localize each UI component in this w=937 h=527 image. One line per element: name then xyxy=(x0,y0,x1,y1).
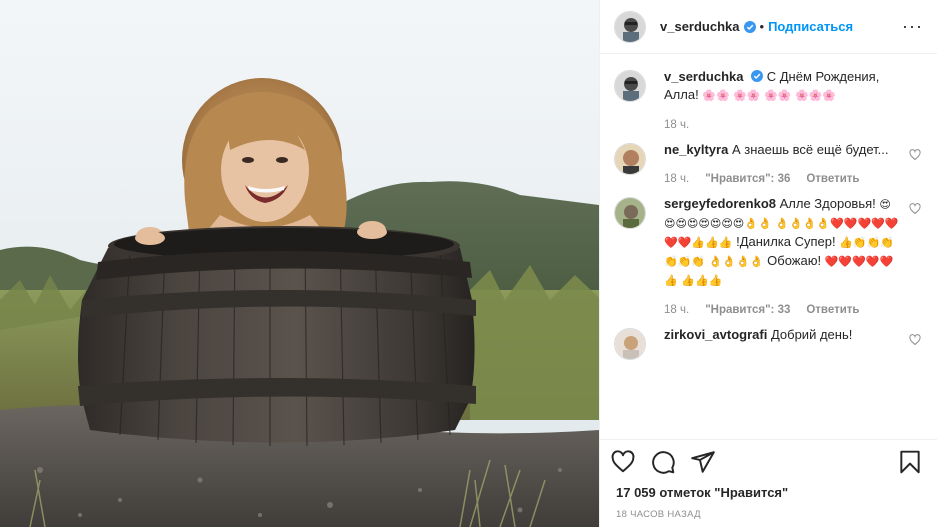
verified-badge-icon xyxy=(743,20,756,33)
caption-username[interactable]: v_serduchka xyxy=(664,69,744,84)
more-options-icon[interactable]: ··· xyxy=(902,16,923,37)
post-actions xyxy=(600,439,937,483)
caption-text: v_serduchka С Днём Рождения, Алла! 🌸🌸 🌸🌸… xyxy=(664,68,899,105)
comment-emoji: 👌👌👌👌 xyxy=(708,255,764,268)
comment-message: !Данилка Супер! xyxy=(736,234,836,249)
comment-meta: 18 ч. "Нравится": 36 Ответить xyxy=(664,173,899,185)
avatar-image xyxy=(615,198,645,228)
caption-body: v_serduchka С Днём Рождения, Алла! 🌸🌸 🌸🌸… xyxy=(664,68,923,131)
comment-message: Добрий день! xyxy=(770,327,853,342)
comment-emoji: 👍👍👍 xyxy=(681,274,723,287)
post-photo[interactable] xyxy=(0,0,599,527)
comment-item: sergeyfedorenko8 Алле Здоровья! 😍😍😍😍😍😍😍😍… xyxy=(614,195,923,316)
comment-message: Алле Здоровья! xyxy=(779,196,876,211)
comment-heart-icon[interactable] xyxy=(909,203,921,215)
comment-time[interactable]: 18 ч. xyxy=(664,304,689,316)
comment-heart-icon[interactable] xyxy=(909,334,921,346)
reply-button[interactable]: Ответить xyxy=(806,304,859,316)
comment-username[interactable]: sergeyfedorenko8 xyxy=(664,196,776,211)
header-username[interactable]: v_serduchka xyxy=(660,19,740,34)
comment-avatar[interactable] xyxy=(614,197,646,229)
comment-icon[interactable] xyxy=(650,449,676,475)
caption-time[interactable]: 18 ч. xyxy=(664,119,689,131)
comment-body: zirkovi_avtografi Добрий день! xyxy=(664,326,923,360)
avatar-image xyxy=(615,71,645,101)
comment-message: Обожаю! xyxy=(767,253,822,268)
comment-text: sergeyfedorenko8 Алле Здоровья! 😍😍😍😍😍😍😍😍… xyxy=(664,195,899,290)
caption-emoji: 🌸🌸 🌸🌸 🌸🌸 🌸🌸🌸 xyxy=(702,89,837,102)
heart-icon[interactable] xyxy=(610,449,636,475)
avatar-image xyxy=(615,144,645,174)
likes-count[interactable]: 17 059 отметок "Нравится" xyxy=(600,483,937,503)
comment-text: zirkovi_avtografi Добрий день! xyxy=(664,326,899,344)
bookmark-icon[interactable] xyxy=(897,449,923,475)
avatar-image xyxy=(615,329,645,359)
comment-text: ne_kyltyra А знаешь всё ещё будет... xyxy=(664,141,899,159)
share-icon[interactable] xyxy=(690,449,716,475)
caption-avatar[interactable] xyxy=(614,70,646,102)
reply-button[interactable]: Ответить xyxy=(806,173,859,185)
instagram-post: v_serduchka • Подписаться ··· v_serduchk… xyxy=(0,0,937,527)
comment-item: zirkovi_avtografi Добрий день! xyxy=(614,326,923,360)
comment-heart-icon[interactable] xyxy=(909,149,921,161)
follow-button[interactable]: Подписаться xyxy=(768,19,853,34)
comment-avatar[interactable] xyxy=(614,328,646,360)
comment-username[interactable]: zirkovi_avtografi xyxy=(664,327,767,342)
comment-avatar[interactable] xyxy=(614,143,646,175)
caption: v_serduchka С Днём Рождения, Алла! 🌸🌸 🌸🌸… xyxy=(614,68,923,131)
post-header: v_serduchka • Подписаться ··· xyxy=(600,0,937,54)
verified-badge-icon xyxy=(751,70,764,82)
comment-likes-count[interactable]: "Нравится": 36 xyxy=(705,173,790,185)
comment-body: sergeyfedorenko8 Алле Здоровья! 😍😍😍😍😍😍😍😍… xyxy=(664,195,923,316)
post-side-panel: v_serduchka • Подписаться ··· v_serduchk… xyxy=(599,0,937,527)
comment-item: ne_kyltyra А знаешь всё ещё будет... 18 … xyxy=(614,141,923,185)
caption-meta: 18 ч. xyxy=(664,119,899,131)
photo-image xyxy=(0,0,599,527)
avatar-image xyxy=(615,11,645,42)
comment-message: А знаешь всё ещё будет... xyxy=(731,142,889,157)
avatar[interactable] xyxy=(614,10,646,43)
comment-meta: 18 ч. "Нравится": 33 Ответить xyxy=(664,304,899,316)
comment-body: ne_kyltyra А знаешь всё ещё будет... 18 … xyxy=(664,141,923,185)
comment-username[interactable]: ne_kyltyra xyxy=(664,142,728,157)
comments-list[interactable]: v_serduchka С Днём Рождения, Алла! 🌸🌸 🌸🌸… xyxy=(600,54,937,439)
comment-likes-count[interactable]: "Нравится": 33 xyxy=(705,304,790,316)
post-timestamp[interactable]: 18 часов назад xyxy=(600,503,937,527)
separator-dot: • xyxy=(759,19,765,34)
comment-time[interactable]: 18 ч. xyxy=(664,173,689,185)
